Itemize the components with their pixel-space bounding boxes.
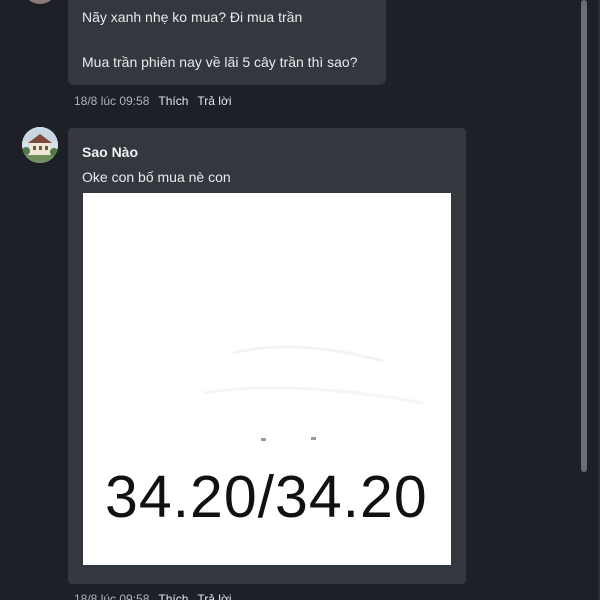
- avatar[interactable]: [22, 127, 58, 163]
- comment-timestamp[interactable]: 18/8 lúc 09:58: [74, 592, 149, 600]
- scrollbar[interactable]: [581, 0, 587, 472]
- comment-text-line: Mua trần phiên nay về lãi 5 cây trần thì…: [82, 54, 358, 70]
- comment-text: Oke con bố mua nè con: [82, 169, 231, 185]
- avatar[interactable]: [22, 0, 58, 4]
- photo-price-text: 34.20/34.20: [105, 464, 428, 530]
- reply-button[interactable]: Trả lời: [197, 592, 231, 600]
- like-button[interactable]: Thích: [158, 592, 188, 600]
- comment-meta: 18/8 lúc 09:58 Thích Trả lời: [74, 94, 232, 108]
- comment-meta: 18/8 lúc 09:58 Thích Trả lời: [74, 592, 232, 600]
- comment-author[interactable]: Sao Nào: [82, 144, 138, 160]
- comment-bubble: Sao Nào Oke con bố mua nè con 34.20/34.2…: [68, 128, 466, 584]
- reply-button[interactable]: Trả lời: [197, 94, 231, 108]
- comment-text-line: Nãy xanh nhẹ ko mua? Đi mua trần: [82, 9, 303, 25]
- comment-bubble: Nãy xanh nhẹ ko mua? Đi mua trần Mua trầ…: [68, 0, 386, 85]
- comment-thread: Nãy xanh nhẹ ko mua? Đi mua trần Mua trầ…: [0, 0, 600, 600]
- comment-photo[interactable]: 34.20/34.20: [83, 193, 451, 565]
- comment-timestamp[interactable]: 18/8 lúc 09:58: [74, 94, 149, 108]
- house-avatar-icon: [22, 127, 58, 163]
- like-button[interactable]: Thích: [158, 94, 188, 108]
